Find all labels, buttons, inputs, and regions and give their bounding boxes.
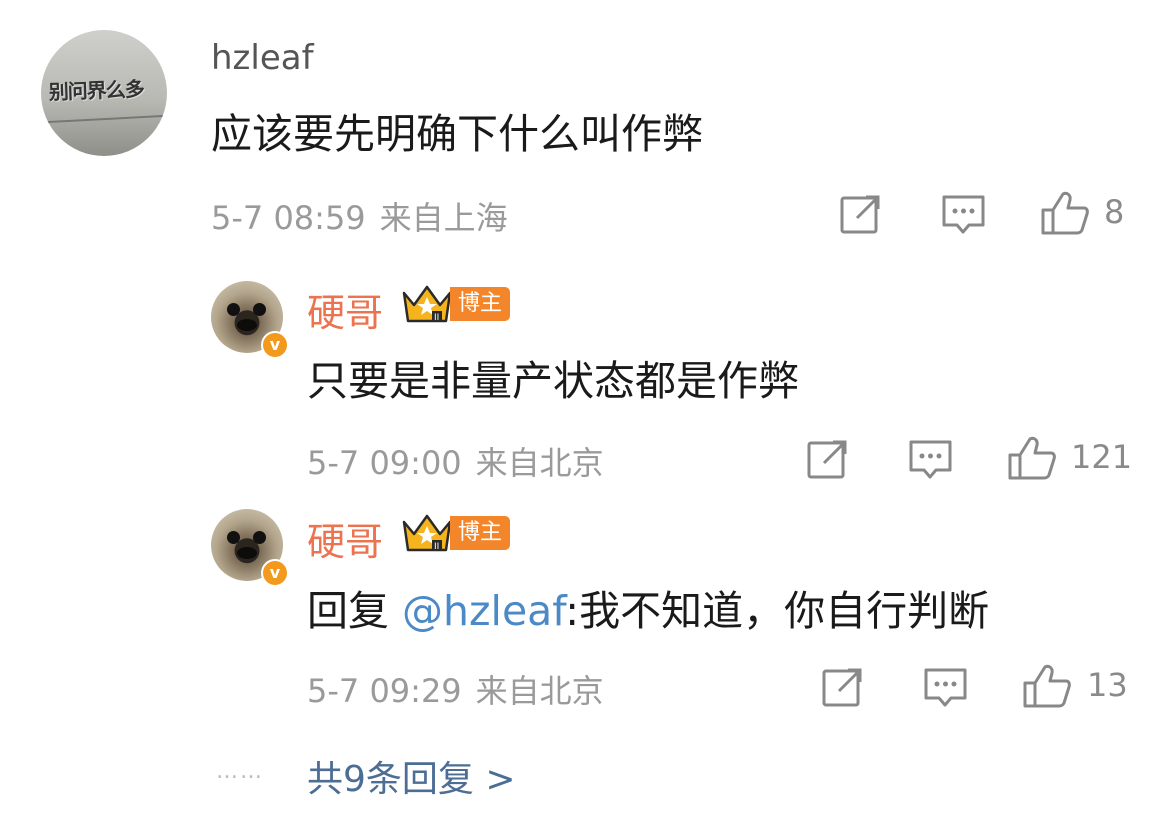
comment-icon[interactable] bbox=[923, 667, 969, 709]
avatar[interactable]: 别问界么多 bbox=[41, 30, 167, 156]
blogger-badge: 博主 bbox=[450, 516, 511, 550]
reply-location: 来自北京 bbox=[475, 672, 604, 710]
pug-eye-right bbox=[253, 303, 266, 316]
pug-eye-right bbox=[253, 531, 266, 544]
svg-text:II: II bbox=[434, 313, 439, 323]
repost-icon[interactable] bbox=[821, 666, 865, 708]
pug-eye-left bbox=[227, 531, 240, 544]
reply-text: 回复 @hzleaf:我不知道，你自行判断 bbox=[307, 577, 989, 637]
reply-username[interactable]: 硬哥 bbox=[307, 511, 383, 566]
like-count: 121 bbox=[1071, 438, 1133, 476]
crown-icon: II bbox=[400, 281, 454, 323]
comment-icon[interactable] bbox=[941, 194, 987, 236]
more-replies-link[interactable]: 共9条回复 > bbox=[307, 750, 516, 802]
reply-avatar[interactable]: v bbox=[211, 281, 289, 359]
reply-date: 5-7 09:00 bbox=[307, 444, 462, 482]
like-count: 8 bbox=[1104, 193, 1125, 231]
reply-meta: 5-7 09:29 来自北京 bbox=[307, 666, 604, 712]
comment-date: 5-7 08:59 bbox=[211, 199, 366, 237]
reply-text: 只要是非量产状态都是作弊 bbox=[307, 357, 799, 405]
reply-body: :我不知道，你自行判断 bbox=[565, 587, 990, 635]
pug-nose bbox=[237, 319, 257, 331]
thumbs-up-icon[interactable] bbox=[1022, 663, 1072, 709]
comment-location: 来自上海 bbox=[379, 199, 508, 237]
thread-dots: …… bbox=[216, 759, 264, 784]
thumbs-up-icon[interactable] bbox=[1007, 435, 1057, 481]
crown-icon: II bbox=[400, 510, 454, 552]
reply-avatar[interactable]: v bbox=[211, 509, 289, 587]
reply-username[interactable]: 硬哥 bbox=[307, 282, 383, 337]
verified-v-icon: v bbox=[261, 559, 289, 587]
pug-eye-left bbox=[227, 303, 240, 316]
reply-prefix: 回复 bbox=[307, 587, 403, 635]
avatar-sign-text: 别问界么多 bbox=[48, 76, 145, 105]
comment-icon[interactable] bbox=[908, 439, 954, 481]
mention-link[interactable]: @hzleaf bbox=[402, 587, 565, 635]
repost-icon[interactable] bbox=[839, 193, 883, 235]
reply-location: 来自北京 bbox=[475, 444, 604, 482]
pug-nose bbox=[237, 547, 257, 559]
comment-text: 应该要先明确下什么叫作弊 bbox=[211, 110, 703, 158]
blogger-badge: 博主 bbox=[450, 287, 511, 321]
reply-date: 5-7 09:29 bbox=[307, 672, 462, 710]
verified-v-icon: v bbox=[261, 331, 289, 359]
repost-icon[interactable] bbox=[806, 438, 850, 480]
like-count: 13 bbox=[1087, 666, 1128, 704]
svg-text:II: II bbox=[434, 542, 439, 552]
thumbs-up-icon[interactable] bbox=[1040, 190, 1090, 236]
reply-meta: 5-7 09:00 来自北京 bbox=[307, 438, 604, 484]
comment-meta: 5-7 08:59 来自上海 bbox=[211, 193, 508, 239]
username[interactable]: hzleaf bbox=[211, 38, 314, 78]
